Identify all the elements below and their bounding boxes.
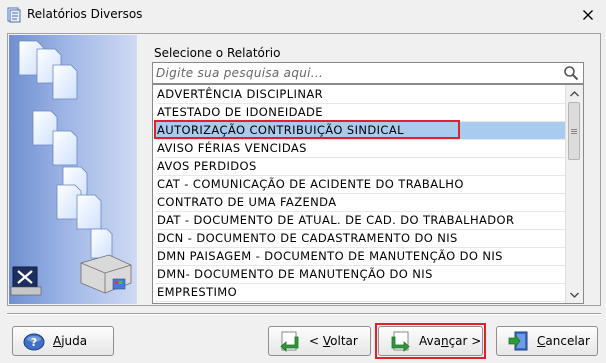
- back-button[interactable]: < Voltar: [268, 326, 371, 356]
- list-item[interactable]: DMN- DOCUMENTO DE MANUTENÇÃO DO NIS: [156, 266, 566, 284]
- list-item[interactable]: CAT - COMUNICAÇÃO DE ACIDENTE DO TRABALH…: [156, 176, 566, 194]
- window-app-icon: [7, 7, 21, 23]
- printer-icon: [80, 254, 132, 294]
- search-field: [152, 62, 584, 84]
- next-button-highlight-outline: [375, 323, 486, 359]
- help-button[interactable]: ? Ajuda: [12, 326, 114, 356]
- scroll-up-button[interactable]: [566, 85, 583, 102]
- close-button[interactable]: [576, 4, 600, 26]
- list-item[interactable]: DAT - DOCUMENTO DE ATUAL. DE CAD. DO TRA…: [156, 212, 566, 230]
- list-item-selected[interactable]: AUTORIZAÇÃO CONTRIBUIÇÃO SINDICAL: [156, 122, 566, 140]
- side-illustration: [9, 35, 137, 304]
- computer-icon: [10, 266, 42, 296]
- list-scrollbar[interactable]: [565, 85, 583, 303]
- search-icon: [564, 66, 579, 81]
- footer-separator: [7, 313, 601, 315]
- help-button-label: Ajuda: [53, 334, 88, 348]
- search-button[interactable]: [560, 63, 582, 83]
- back-arrow-icon: [280, 331, 299, 352]
- list-item[interactable]: CONTRATO DE UMA FAZENDA: [156, 194, 566, 212]
- list-item[interactable]: AVISO FÉRIAS VENCIDAS: [156, 140, 566, 158]
- list-item[interactable]: ATESTADO DE IDONEIDADE: [156, 104, 566, 122]
- window-title: Relatórios Diversos: [27, 7, 143, 21]
- list-item[interactable]: AVOS PERDIDOS: [156, 158, 566, 176]
- scroll-down-button[interactable]: [566, 286, 583, 303]
- cancel-button-label: Cancelar: [537, 334, 590, 348]
- dialog-client: Selecione o Relatório ADVERTÊNCIA DISCIP…: [5, 30, 601, 363]
- cancel-button[interactable]: Cancelar: [496, 326, 598, 356]
- search-input[interactable]: [153, 63, 564, 83]
- chevron-up-icon: [570, 90, 579, 96]
- exit-door-icon: [508, 331, 528, 351]
- chevron-down-icon: [570, 292, 579, 298]
- select-report-label: Selecione o Relatório: [154, 46, 281, 60]
- close-icon: [583, 10, 593, 20]
- back-button-label: < Voltar: [309, 334, 358, 348]
- report-panel: Selecione o Relatório ADVERTÊNCIA DISCIP…: [7, 33, 601, 306]
- svg-text:?: ?: [31, 336, 37, 349]
- title-bar: Relatórios Diversos: [0, 0, 606, 30]
- list-item[interactable]: EMPRESTIMO: [156, 284, 566, 302]
- list-item[interactable]: DMN PAISAGEM - DOCUMENTO DE MANUTENÇÃO D…: [156, 248, 566, 266]
- report-list[interactable]: ADVERTÊNCIA DISCIPLINAR ATESTADO DE IDON…: [152, 84, 584, 304]
- help-icon: ?: [23, 333, 45, 351]
- list-item[interactable]: DCN - DOCUMENTO DE CADASTRAMENTO DO NIS: [156, 230, 566, 248]
- report-selection-area: Selecione o Relatório ADVERTÊNCIA DISCIP…: [138, 35, 600, 304]
- list-item[interactable]: ADVERTÊNCIA DISCIPLINAR: [156, 86, 566, 104]
- documents-printer-illustration: [10, 40, 132, 296]
- scroll-thumb[interactable]: [568, 102, 580, 160]
